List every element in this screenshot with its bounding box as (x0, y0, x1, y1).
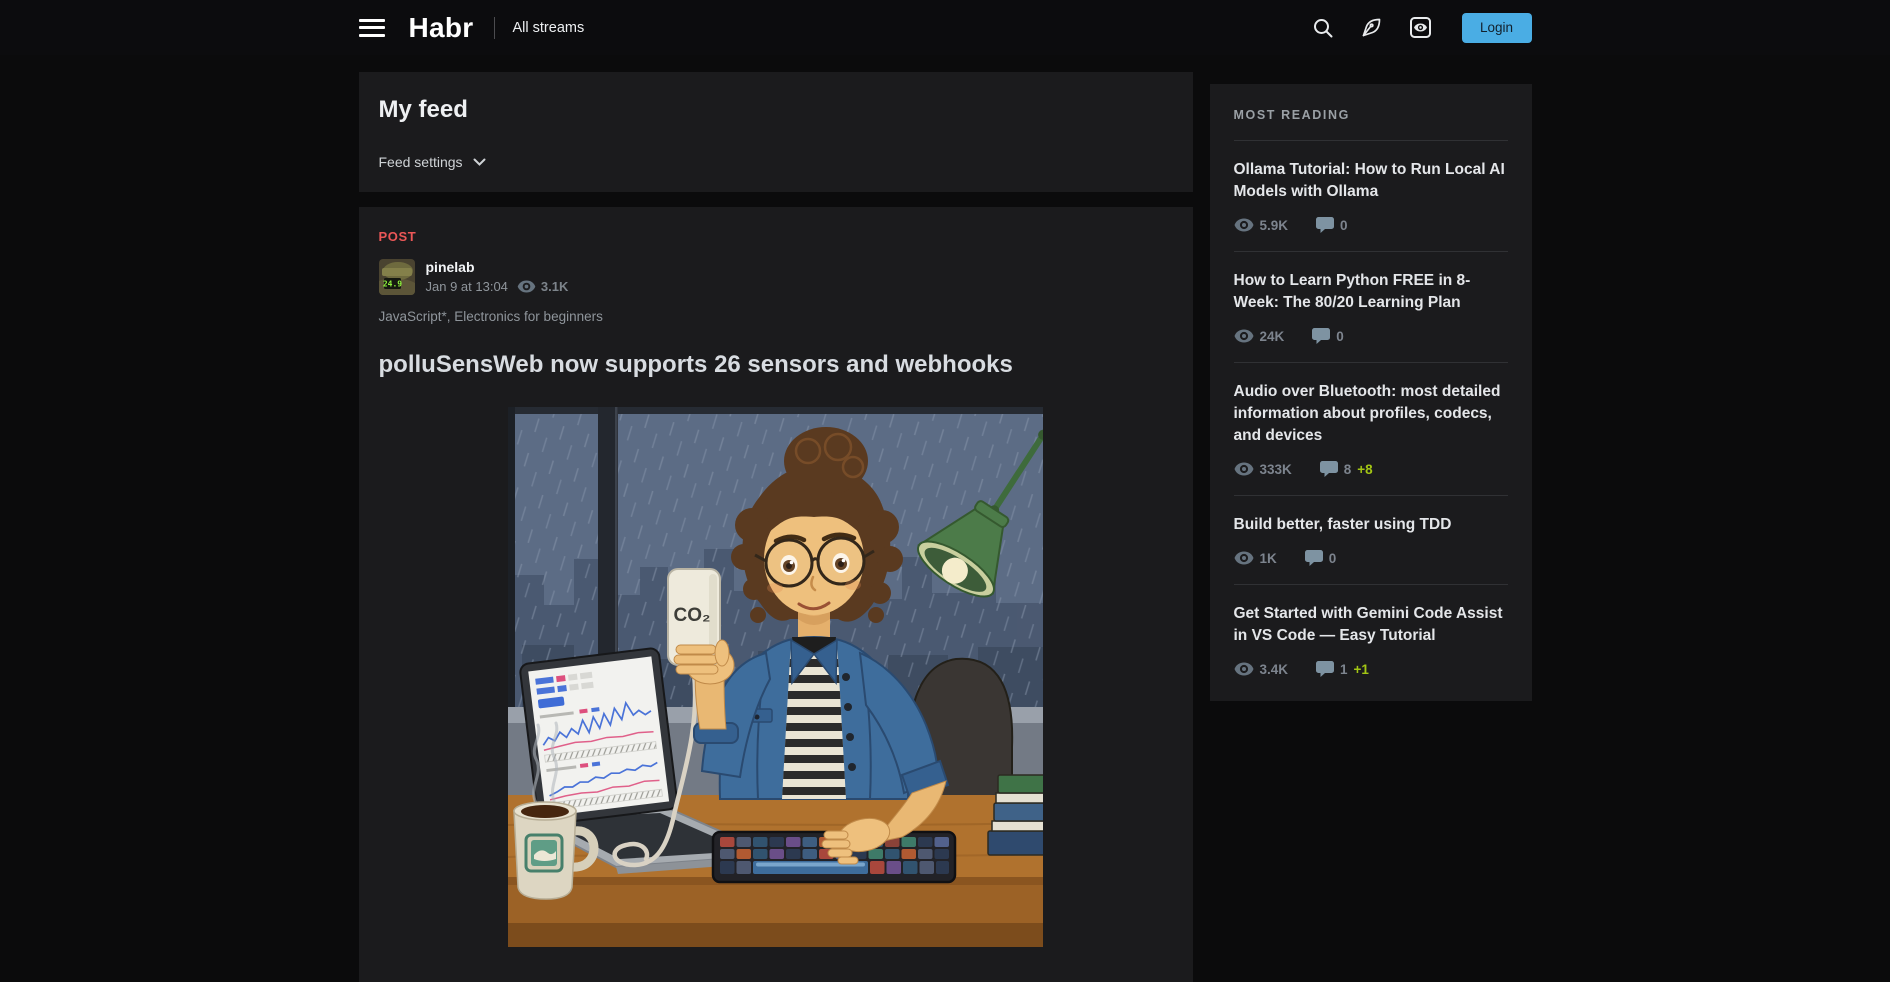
eye-icon (1234, 218, 1254, 232)
article-stats: 1K 0 (1234, 550, 1508, 566)
eye-square-icon[interactable] (1409, 16, 1433, 40)
comment-icon (1316, 661, 1334, 677)
post-cover-illustration[interactable]: CO₂ (508, 407, 1043, 952)
divider (1234, 584, 1508, 585)
window-frame-left (508, 407, 515, 707)
list-item: Ollama Tutorial: How to Run Local AI Mod… (1234, 159, 1508, 233)
most-reading-card: MOST READING Ollama Tutorial: How to Run… (1210, 84, 1532, 701)
avatar[interactable]: 24.9 (379, 259, 415, 295)
eye-icon (1234, 462, 1254, 476)
avatar-display-value: 24.9 (382, 280, 401, 289)
article-stats: 24K 0 (1234, 328, 1508, 344)
eye-icon (1234, 662, 1254, 676)
article-stats: 333K 8 +8 (1234, 461, 1508, 477)
article-stats: 3.4K 1 +1 (1234, 661, 1508, 677)
article-title[interactable]: Get Started with Gemini Code Assist in V… (1234, 603, 1508, 647)
main-column: My feed Feed settings POST 24.9 (359, 72, 1193, 982)
chevron-down-icon (473, 158, 486, 166)
divider (1234, 140, 1508, 141)
article-title[interactable]: Audio over Bluetooth: most detailed info… (1234, 381, 1508, 447)
views-count: 5.9K (1260, 218, 1289, 233)
window-frame-top (508, 407, 1043, 414)
sidebar: MOST READING Ollama Tutorial: How to Run… (1210, 72, 1532, 701)
comments-count: 0 (1340, 218, 1348, 233)
views-count: 1K (1260, 551, 1277, 566)
list-item: Build better, faster using TDD 1K 0 (1234, 514, 1508, 566)
hair-bun (784, 427, 868, 495)
most-reading-header: MOST READING (1234, 108, 1508, 122)
comments-count: 0 (1329, 551, 1337, 566)
divider (1234, 251, 1508, 252)
views-count: 24K (1260, 329, 1285, 344)
new-comments-count: +1 (1354, 662, 1369, 677)
author-name[interactable]: pinelab (426, 259, 569, 275)
post-date: Jan 9 at 13:04 (426, 279, 508, 294)
comments-count: 8 (1344, 462, 1352, 477)
nav-divider (494, 17, 495, 39)
article-title[interactable]: Ollama Tutorial: How to Run Local AI Mod… (1234, 159, 1508, 203)
device-label: CO₂ (674, 605, 711, 626)
post-card: POST 24.9 pinelab Jan 9 at 13:04 (359, 207, 1193, 982)
list-item: Audio over Bluetooth: most detailed info… (1234, 381, 1508, 477)
post-views-count: 3.1K (541, 279, 568, 294)
post-views: 3.1K (517, 279, 568, 294)
feed-settings-toggle[interactable]: Feed settings (379, 154, 486, 170)
views-count: 3.4K (1260, 662, 1289, 677)
views-count: 333K (1260, 462, 1292, 477)
page-title: My feed (379, 96, 1173, 124)
comments-count: 0 (1336, 329, 1344, 344)
stream-selector[interactable]: All streams (513, 20, 585, 36)
new-comments-count: +8 (1357, 462, 1372, 477)
divider (1234, 495, 1508, 496)
post-type-label: POST (379, 229, 1173, 244)
pen-icon[interactable] (1360, 16, 1384, 40)
search-icon[interactable] (1311, 16, 1335, 40)
feed-settings-label: Feed settings (379, 154, 463, 170)
comment-icon (1312, 328, 1330, 344)
post-author-row: 24.9 pinelab Jan 9 at 13:04 3.1K (379, 259, 1173, 295)
list-item: How to Learn Python FREE in 8-Week: The … (1234, 270, 1508, 344)
post-title[interactable]: polluSensWeb now supports 26 sensors and… (379, 351, 1173, 379)
article-stats: 5.9K 0 (1234, 217, 1508, 233)
article-title[interactable]: Build better, faster using TDD (1234, 514, 1508, 536)
comments-count: 1 (1340, 662, 1348, 677)
eye-icon (517, 280, 536, 293)
list-item: Get Started with Gemini Code Assist in V… (1234, 603, 1508, 677)
login-button[interactable]: Login (1462, 13, 1532, 43)
comment-icon (1320, 461, 1338, 477)
eye-icon (1234, 551, 1254, 565)
comment-icon (1316, 217, 1334, 233)
divider (1234, 362, 1508, 363)
article-title[interactable]: How to Learn Python FREE in 8-Week: The … (1234, 270, 1508, 314)
post-hubs[interactable]: JavaScript*, Electronics for beginners (379, 309, 1173, 324)
eye-icon (1234, 329, 1254, 343)
habr-logo[interactable]: Habr (409, 12, 474, 44)
comment-icon (1305, 550, 1323, 566)
feed-header-card: My feed Feed settings (359, 72, 1193, 192)
top-nav: Habr All streams L (0, 0, 1890, 55)
menu-icon[interactable] (359, 18, 385, 38)
